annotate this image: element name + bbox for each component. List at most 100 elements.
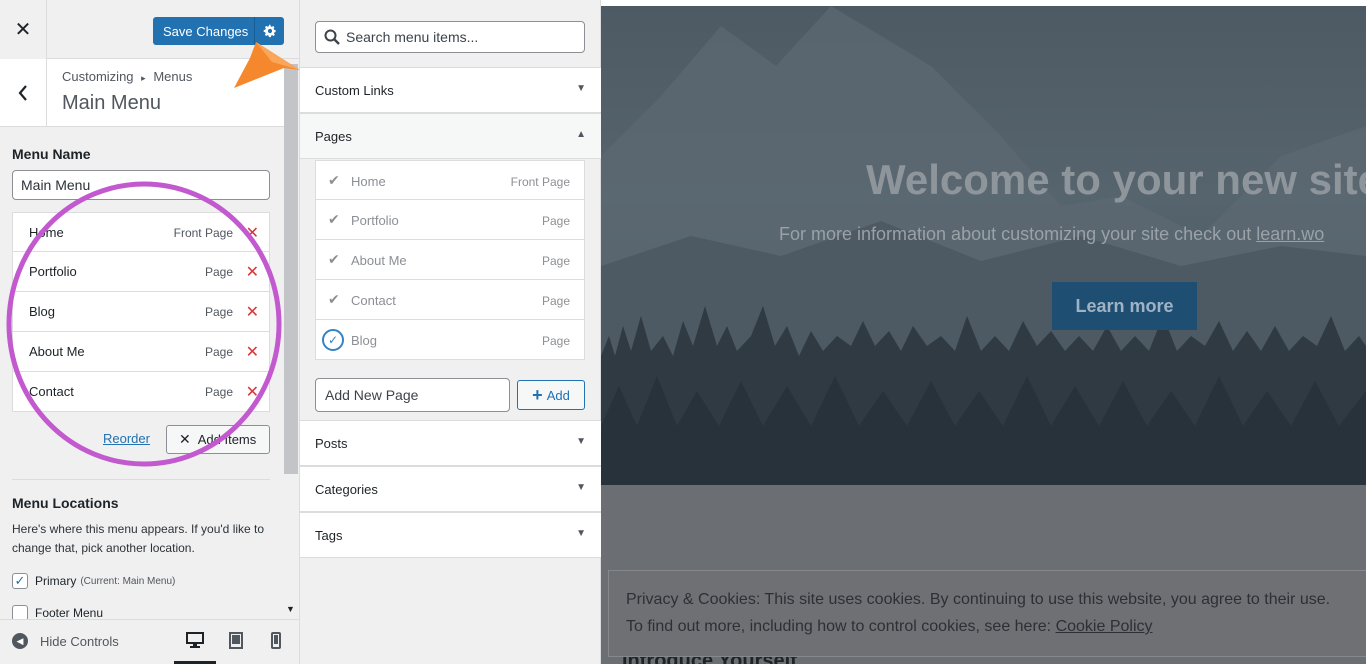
scroll-down-arrow-icon[interactable]: ▼ [286, 604, 295, 614]
page-title: Portfolio [351, 213, 399, 228]
available-menu-items-panel: Custom Links ▼ Pages ▲ ✔ Home Front Page… [300, 0, 601, 664]
reorder-link[interactable]: Reorder [103, 431, 150, 446]
menu-item-about-me[interactable]: About Me Page ✕ [12, 332, 270, 372]
save-changes-label: Save Changes [163, 23, 249, 39]
menu-item-blog[interactable]: Blog Page ✕ [12, 292, 270, 332]
search-menu-items-input[interactable] [346, 29, 576, 45]
add-items-button[interactable]: ✕ Add Items [166, 425, 270, 454]
customizer-header: ✕ Save Changes [0, 0, 299, 59]
chevron-down-icon: ▼ [576, 83, 586, 94]
menu-locations-title: Menu Locations [12, 495, 119, 511]
close-icon: ✕ [179, 431, 191, 447]
desktop-icon[interactable] [186, 632, 204, 648]
menu-name-input[interactable] [12, 170, 270, 200]
page-item-portfolio[interactable]: ✔ Portfolio Page [315, 200, 585, 240]
page-item-home[interactable]: ✔ Home Front Page [315, 160, 585, 200]
remove-item-icon[interactable]: ✕ [246, 262, 259, 282]
breadcrumb: Customizing ▸ Menus [62, 69, 192, 84]
menu-item-type: Front Page [173, 226, 233, 240]
cookie-text-line1: Privacy & Cookies: This site uses cookie… [626, 591, 1331, 608]
page-type: Page [541, 294, 570, 308]
checkbox-checked[interactable]: ✓ [12, 573, 28, 589]
add-label: Add [546, 387, 570, 403]
search-icon [324, 29, 340, 45]
back-arrow-icon[interactable] [0, 59, 47, 126]
location-label: Primary [35, 574, 77, 588]
hide-controls-button[interactable]: ◀ Hide Controls [12, 633, 119, 649]
cookie-policy-link[interactable]: Cookie Policy [1056, 618, 1153, 635]
learn-more-button[interactable]: Learn more [1052, 282, 1197, 330]
accordion-title: Custom Links [315, 83, 394, 98]
remove-item-icon[interactable]: ✕ [246, 382, 259, 402]
hero-link[interactable]: learn.wo [1256, 224, 1324, 244]
accordion-posts[interactable]: Posts ▼ [300, 420, 601, 466]
menu-item-type: Page [204, 305, 233, 319]
save-changes-button[interactable]: Save Changes [153, 17, 284, 45]
location-label: Footer Menu [35, 606, 104, 620]
add-items-label: Add Items [197, 432, 257, 447]
add-page-button[interactable]: + Add [517, 380, 585, 410]
search-box[interactable] [315, 21, 585, 53]
breadcrumb-child: Menus [153, 69, 193, 84]
breadcrumb-parent: Customizing [62, 69, 134, 84]
checkmark-circle-icon: ✓ [322, 329, 344, 351]
accordion-title: Pages [315, 129, 352, 144]
customizer-controls-panel: ✕ Save Changes Customizing ▸ Menus Main … [0, 0, 300, 664]
menu-item-type: Page [204, 345, 233, 359]
chevron-down-icon: ▼ [576, 482, 586, 493]
mobile-icon[interactable] [271, 632, 281, 649]
page-item-contact[interactable]: ✔ Contact Page [315, 280, 585, 320]
scrollbar-thumb[interactable] [284, 64, 298, 474]
remove-item-icon[interactable]: ✕ [246, 302, 259, 322]
cookie-text-line2: To find out more, including how to contr… [626, 618, 1153, 636]
section-title: Main Menu [62, 92, 161, 114]
menu-items-list: Home Front Page ✕ Portfolio Page ✕ Blog … [12, 212, 270, 412]
checkmark-icon: ✔ [328, 172, 340, 188]
panel-scrollbar[interactable] [284, 59, 298, 619]
cookie-banner: Privacy & Cookies: This site uses cookie… [608, 570, 1366, 657]
collapse-arrow-icon: ◀ [12, 633, 28, 649]
section-header: Customizing ▸ Menus Main Menu [0, 59, 284, 127]
menu-item-home[interactable]: Home Front Page ✕ [12, 212, 270, 252]
customizer-footer: ◀ Hide Controls [0, 619, 299, 664]
menu-item-title: Contact [29, 384, 74, 399]
plus-icon: + [532, 385, 543, 405]
checkmark-icon: ✔ [328, 211, 340, 227]
chevron-down-icon: ▼ [576, 436, 586, 447]
menu-item-title: Blog [29, 304, 56, 319]
remove-item-icon[interactable]: ✕ [246, 342, 259, 362]
hide-controls-label: Hide Controls [40, 633, 119, 649]
page-type: Page [541, 334, 570, 348]
site-preview: Welcome to your new site For more inform… [601, 0, 1366, 664]
accordion-title: Categories [315, 482, 378, 497]
hero-subtitle: For more information about customizing y… [779, 224, 1324, 245]
chevron-down-icon: ▼ [576, 528, 586, 539]
accordion-custom-links[interactable]: Custom Links ▼ [300, 67, 601, 113]
remove-item-icon[interactable]: ✕ [246, 223, 259, 243]
checkmark-icon: ✔ [328, 251, 340, 267]
page-title: Home [351, 174, 386, 189]
accordion-categories[interactable]: Categories ▼ [300, 466, 601, 512]
close-icon[interactable]: ✕ [0, 0, 47, 59]
hero-subtitle-text: For more information about customizing y… [779, 224, 1252, 244]
gear-icon[interactable] [254, 17, 284, 45]
page-item-about-me[interactable]: ✔ About Me Page [315, 240, 585, 280]
add-new-page-input[interactable] [315, 378, 510, 412]
tablet-icon[interactable] [229, 632, 243, 649]
menu-item-title: Portfolio [29, 264, 77, 279]
menu-locations-description: Here's where this menu appears. If you'd… [12, 522, 265, 555]
page-title: About Me [351, 253, 407, 268]
mountain-forest-image [601, 6, 1366, 485]
page-title: Blog [351, 333, 378, 348]
menu-item-portfolio[interactable]: Portfolio Page ✕ [12, 252, 270, 292]
divider [12, 479, 270, 480]
breadcrumb-separator: ▸ [141, 73, 146, 83]
hero-section: Welcome to your new site For more inform… [601, 6, 1366, 485]
menu-item-type: Page [204, 385, 233, 399]
location-primary[interactable]: ✓ Primary (Current: Main Menu) [12, 573, 175, 589]
page-item-blog[interactable]: ✓ Blog Page [315, 320, 585, 360]
accordion-tags[interactable]: Tags ▼ [300, 512, 601, 558]
accordion-pages[interactable]: Pages ▲ [300, 113, 601, 159]
menu-item-contact[interactable]: Contact Page ✕ [12, 372, 270, 412]
checkmark-icon: ✔ [328, 291, 340, 307]
